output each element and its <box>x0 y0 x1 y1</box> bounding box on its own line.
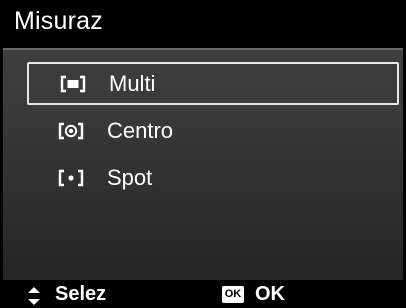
metering-multi-icon <box>60 75 86 92</box>
menu-panel: Multi Centro Spot <box>3 48 403 280</box>
ok-button-icon: OK <box>222 286 244 303</box>
metering-options-list: Multi Centro Spot <box>27 62 399 203</box>
up-down-arrows-icon <box>28 287 40 305</box>
camera-menu-screen: Misuraz Multi Centro Spot Selez OK OK <box>0 0 406 308</box>
menu-item-label: Spot <box>107 164 153 190</box>
metering-center-icon <box>58 122 84 139</box>
ok-hint-label: OK <box>255 283 285 305</box>
menu-item-label: Centro <box>107 117 174 143</box>
menu-header: Misuraz <box>0 0 406 48</box>
button-hint-bar: Selez OK OK <box>0 280 406 308</box>
select-hint-label: Selez <box>55 283 107 305</box>
menu-item-centro[interactable]: Centro <box>27 109 399 152</box>
metering-spot-icon <box>58 169 84 186</box>
menu-item-multi[interactable]: Multi <box>27 62 399 105</box>
menu-item-spot[interactable]: Spot <box>27 156 399 199</box>
menu-item-label: Multi <box>109 70 156 96</box>
menu-title: Misuraz <box>14 7 103 35</box>
